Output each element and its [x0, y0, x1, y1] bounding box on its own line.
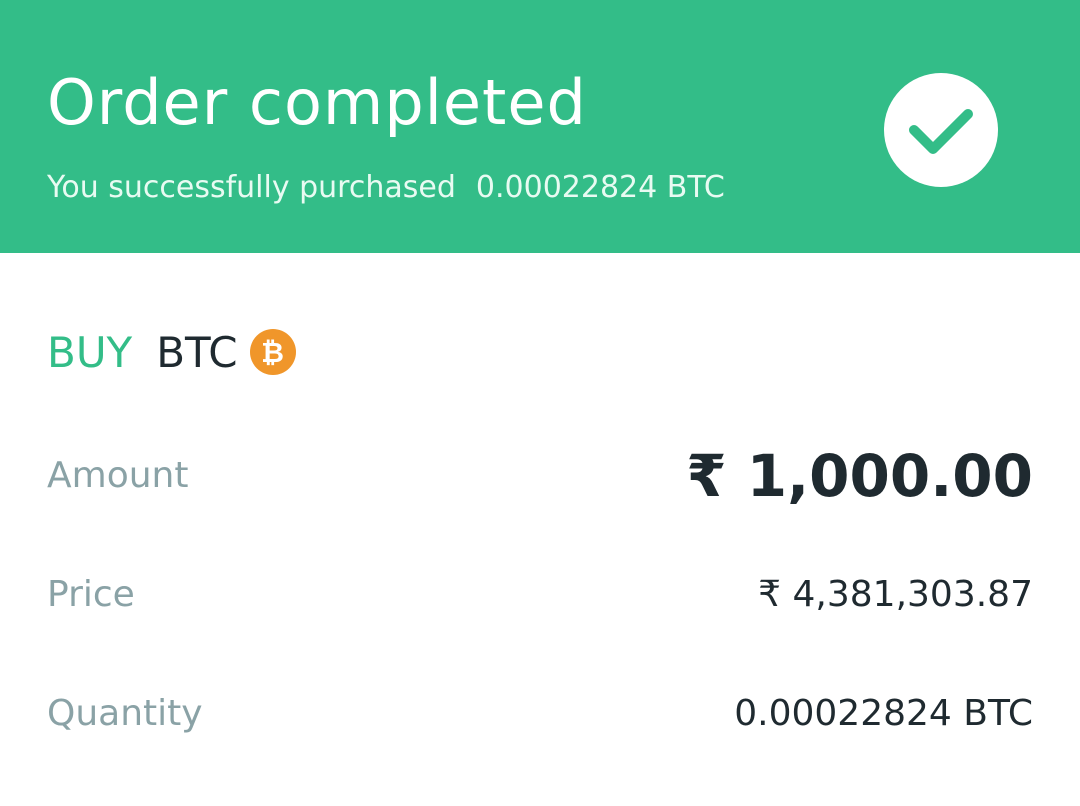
- price-row: Price ₹ 4,381,303.87: [47, 565, 1033, 625]
- banner-title: Order completed: [47, 66, 587, 139]
- quantity-label: Quantity: [47, 693, 203, 734]
- banner-message-quantity: 0.00022824 BTC: [475, 170, 725, 205]
- amount-row: Amount ₹ 1,000.00: [47, 446, 1033, 506]
- check-icon: [884, 73, 998, 187]
- order-completed-banner: Order completed You successfully purchas…: [0, 0, 1080, 253]
- order-asset: BTC: [156, 327, 238, 377]
- banner-message: You successfully purchased 0.00022824 BTC: [47, 168, 725, 208]
- amount-value: ₹ 1,000.00: [686, 442, 1033, 510]
- amount-label: Amount: [47, 455, 189, 496]
- quantity-value: 0.00022824 BTC: [734, 693, 1033, 734]
- bitcoin-icon: ₿: [249, 329, 296, 375]
- price-value: ₹ 4,381,303.87: [758, 574, 1033, 615]
- quantity-row: Quantity 0.00022824 BTC: [47, 684, 1033, 744]
- banner-message-prefix: You successfully purchased: [47, 170, 456, 205]
- order-side: BUY: [47, 327, 133, 377]
- order-header: BUY BTC ₿: [47, 327, 296, 377]
- order-details: BUY BTC ₿ Amount ₹ 1,000.00 Price ₹ 4,38…: [0, 253, 1080, 806]
- price-label: Price: [47, 574, 135, 615]
